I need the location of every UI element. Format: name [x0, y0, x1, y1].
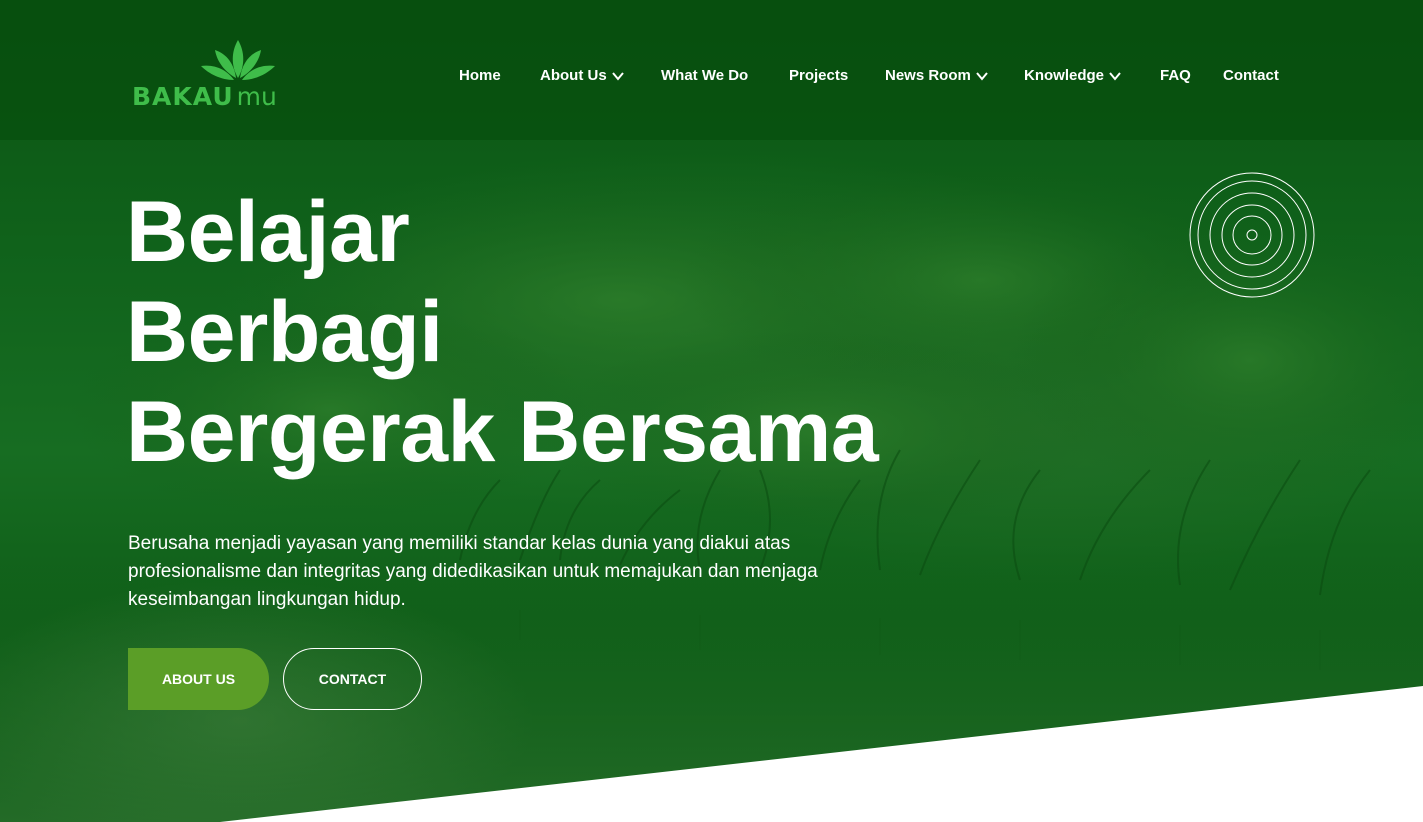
headline-line-1: Belajar	[126, 184, 410, 280]
nav-label: FAQ	[1160, 67, 1191, 84]
chevron-down-icon	[1109, 72, 1121, 81]
about-us-button[interactable]: ABOUT US	[128, 648, 269, 710]
hero-subtext: Berusaha menjadi yayasan yang memiliki s…	[128, 533, 818, 610]
hero-headline: Belajar Berbagi Bergerak Bersama	[126, 182, 879, 482]
nav-label: News Room	[885, 67, 971, 84]
nav-about-us[interactable]: About Us	[540, 64, 625, 88]
nav-home[interactable]: Home	[459, 64, 501, 88]
chevron-down-icon	[611, 72, 624, 81]
concentric-rings-icon	[1189, 172, 1315, 298]
nav-knowledge[interactable]: Knowledge	[1024, 64, 1122, 88]
about-us-button-label: ABOUT US	[161, 671, 236, 687]
nav-label: Projects	[789, 67, 849, 84]
contact-button-label: CONTACT	[318, 671, 387, 687]
nav-label: Home	[459, 67, 501, 84]
nav-what-we-do[interactable]: What We Do	[661, 64, 748, 88]
nav-label: Contact	[1223, 67, 1279, 84]
nav-contact[interactable]: Contact	[1223, 64, 1279, 88]
contact-button[interactable]: CONTACT	[283, 648, 422, 710]
nav-label: Knowledge	[1024, 67, 1105, 84]
nav-label: What We Do	[661, 67, 749, 84]
nav-projects[interactable]: Projects	[789, 64, 848, 88]
nav-news-room[interactable]: News Room	[885, 64, 989, 88]
headline-line-3: Bergerak Bersama	[126, 384, 879, 480]
main-navigation: Home About Us What We Do Projects News R…	[0, 64, 1423, 88]
chevron-down-icon	[976, 72, 988, 81]
headline-line-2: Berbagi	[126, 284, 443, 380]
nav-label: About Us	[540, 67, 607, 84]
nav-faq[interactable]: FAQ	[1160, 64, 1191, 88]
